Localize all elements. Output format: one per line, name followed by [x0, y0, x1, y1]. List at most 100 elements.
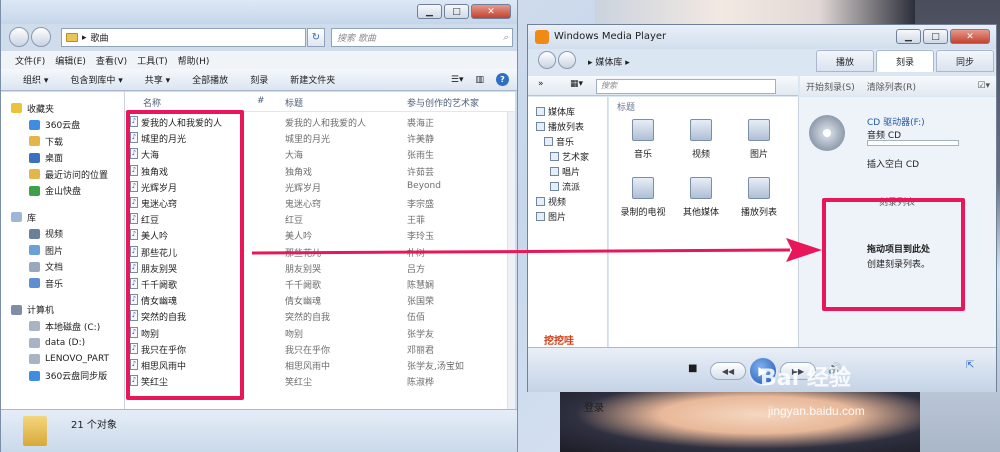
table-row[interactable]: ♪ 爱我的人和我爱的人 爱我的人和我爱的人 裘海正	[125, 114, 515, 130]
maximize-button[interactable]: □	[444, 4, 469, 19]
sidebar-item[interactable]: 最近访问的位置	[1, 166, 124, 182]
sidebar-item[interactable]: 图片	[1, 242, 124, 258]
category-tile[interactable]: 音乐	[613, 119, 673, 160]
sidebar-item[interactable]: 库	[1, 209, 124, 225]
breadcrumb[interactable]: 歌曲	[91, 31, 109, 44]
close-button[interactable]: ✕	[471, 4, 511, 19]
back-button[interactable]	[538, 51, 556, 69]
library-nav-item[interactable]: 图片	[536, 210, 566, 223]
table-row[interactable]: ♪ 城里的月光 城里的月光 许美静	[125, 130, 515, 146]
maximize-button[interactable]: □	[923, 29, 948, 44]
switch-to-now-playing-icon[interactable]: ⇱	[966, 360, 974, 371]
sidebar-item[interactable]: 本地磁盘 (C:)	[1, 318, 124, 334]
media-player-window: Windows Media Player ▁ □ ✕ ▸ 媒体库 ▸ 播放 刻录…	[527, 24, 997, 414]
table-row[interactable]: ♪ 鬼迷心窍 鬼迷心窍 李宗盛	[125, 195, 515, 211]
table-row[interactable]: ♪ 美人吟 美人吟 李玲玉	[125, 227, 515, 243]
menu-edit[interactable]: 编辑(E)	[55, 54, 86, 67]
minimize-button[interactable]: ▁	[417, 4, 442, 19]
category-tile[interactable]: 录制的电视	[613, 177, 673, 218]
wmp-titlebar[interactable]: Windows Media Player ▁ □ ✕	[528, 25, 996, 49]
sidebar-item[interactable]: 桌面	[1, 150, 124, 166]
expand-icon[interactable]: »	[538, 79, 544, 89]
burn-button[interactable]: 刻录	[250, 73, 268, 86]
table-row[interactable]: ♪ 倩女幽魂 倩女幽魂 张国荣	[125, 292, 515, 308]
category-tile[interactable]: 其他媒体	[671, 177, 731, 218]
vertical-scrollbar[interactable]	[507, 112, 515, 409]
table-row[interactable]: ♪ 朋友别哭 朋友别哭 吕方	[125, 260, 515, 276]
library-nav-item[interactable]: 艺术家	[550, 150, 589, 163]
category-tile[interactable]: 播放列表	[729, 177, 789, 218]
forward-button[interactable]	[558, 51, 576, 69]
tab-burn[interactable]: 刻录	[876, 50, 934, 72]
address-bar[interactable]: ▸ 歌曲	[61, 28, 306, 47]
library-nav-item[interactable]: 视频	[536, 195, 566, 208]
online-store-link[interactable]: 挖挖哇	[544, 332, 574, 347]
sidebar-item[interactable]: 金山快盘	[1, 183, 124, 199]
table-row[interactable]: ♪ 笑红尘 笑红尘 陈淑桦	[125, 373, 515, 389]
table-row[interactable]: ♪ 突然的自我 突然的自我 伍佰	[125, 308, 515, 324]
include-in-library-button[interactable]: 包含到库中 ▾	[70, 73, 122, 86]
sidebar-item[interactable]: data (D:)	[1, 335, 124, 351]
table-row[interactable]: ♪ 独角戏 独角戏 许茹芸	[125, 163, 515, 179]
explorer-titlebar[interactable]: ▁ □ ✕	[1, 0, 517, 24]
sidebar-item[interactable]: 计算机	[1, 302, 124, 318]
sidebar-item[interactable]: 视频	[1, 226, 124, 242]
refresh-icon[interactable]: ↻	[307, 28, 325, 47]
view-options-icon[interactable]: ☰▾	[451, 75, 464, 85]
breadcrumb[interactable]: ▸ 媒体库 ▸	[588, 55, 630, 68]
library-nav-item[interactable]: 音乐	[544, 135, 574, 148]
table-row[interactable]: ♪ 吻别 吻别 张学友	[125, 325, 515, 341]
table-row[interactable]: ♪ 千千阙歌 千千阙歌 陈慧娴	[125, 276, 515, 292]
tab-sync[interactable]: 同步	[936, 50, 994, 72]
help-icon[interactable]: ?	[496, 73, 509, 86]
organize-button[interactable]: 组织 ▾	[23, 73, 48, 86]
burn-options-icon[interactable]: ☑▾	[977, 81, 990, 91]
sidebar-item[interactable]: 下载	[1, 133, 124, 149]
sidebar-item[interactable]: 收藏夹	[1, 100, 124, 116]
search-input[interactable]: 搜索 歌曲 ⌕	[331, 28, 513, 47]
table-row[interactable]: ♪ 光辉岁月 光辉岁月 Beyond	[125, 179, 515, 195]
menu-help[interactable]: 帮助(H)	[178, 54, 210, 67]
sidebar-item[interactable]: 360云盘同步版	[1, 368, 124, 384]
new-folder-button[interactable]: 新建文件夹	[290, 73, 335, 86]
play-all-button[interactable]: 全部播放	[192, 73, 228, 86]
file-title: 突然的自我	[285, 313, 331, 324]
clear-list-button[interactable]: 清除列表(R)	[867, 80, 916, 93]
minimize-button[interactable]: ▁	[896, 29, 921, 44]
sidebar-item[interactable]: 文档	[1, 259, 124, 275]
drive-name[interactable]: CD 驱动器(F:)	[867, 115, 925, 128]
library-nav-item[interactable]: 媒体库	[536, 105, 575, 118]
tab-play[interactable]: 播放	[816, 50, 874, 72]
menu-file[interactable]: 文件(F)	[15, 54, 45, 67]
column-name[interactable]: 名称	[143, 96, 161, 109]
table-row[interactable]: ♪ 我只在乎你 我只在乎你 邓丽君	[125, 341, 515, 357]
table-row[interactable]: ♪ 红豆 红豆 王菲	[125, 211, 515, 227]
search-input[interactable]: 搜索	[596, 79, 776, 94]
forward-button[interactable]	[31, 27, 51, 47]
column-number[interactable]: #	[257, 96, 265, 106]
category-tile[interactable]: 图片	[729, 119, 789, 160]
library-nav-item[interactable]: 唱片	[550, 165, 580, 178]
column-artist[interactable]: 参与创作的艺术家	[407, 96, 479, 109]
login-link[interactable]: 登录	[584, 399, 604, 414]
previous-button[interactable]: ◀◀	[710, 362, 746, 380]
library-nav-item[interactable]: 播放列表	[536, 120, 584, 133]
share-button[interactable]: 共享 ▾	[145, 73, 170, 86]
table-row[interactable]: ♪ 大海 大海 张雨生	[125, 146, 515, 162]
table-row[interactable]: ♪ 相思风雨中 相思风雨中 张学友,汤宝如	[125, 357, 515, 373]
category-tile[interactable]: 视频	[671, 119, 731, 160]
stop-icon[interactable]: ■	[688, 363, 697, 374]
menu-tools[interactable]: 工具(T)	[137, 54, 168, 67]
back-button[interactable]	[9, 27, 29, 47]
sidebar-item[interactable]: 360云盘	[1, 117, 124, 133]
column-title[interactable]: 标题	[285, 96, 303, 109]
close-button[interactable]: ✕	[950, 29, 990, 44]
sidebar-item[interactable]: 音乐	[1, 275, 124, 291]
table-row[interactable]: ♪ 那些花儿 那些花儿 朴树	[125, 244, 515, 260]
preview-pane-icon[interactable]: ▥	[475, 75, 484, 85]
library-nav-item[interactable]: 流派	[550, 180, 580, 193]
sidebar-item[interactable]: LENOVO_PART	[1, 351, 124, 367]
view-options-icon[interactable]: ▦▾	[570, 79, 583, 89]
menu-view[interactable]: 查看(V)	[96, 54, 127, 67]
start-burn-button[interactable]: 开始刻录(S)	[806, 80, 855, 93]
